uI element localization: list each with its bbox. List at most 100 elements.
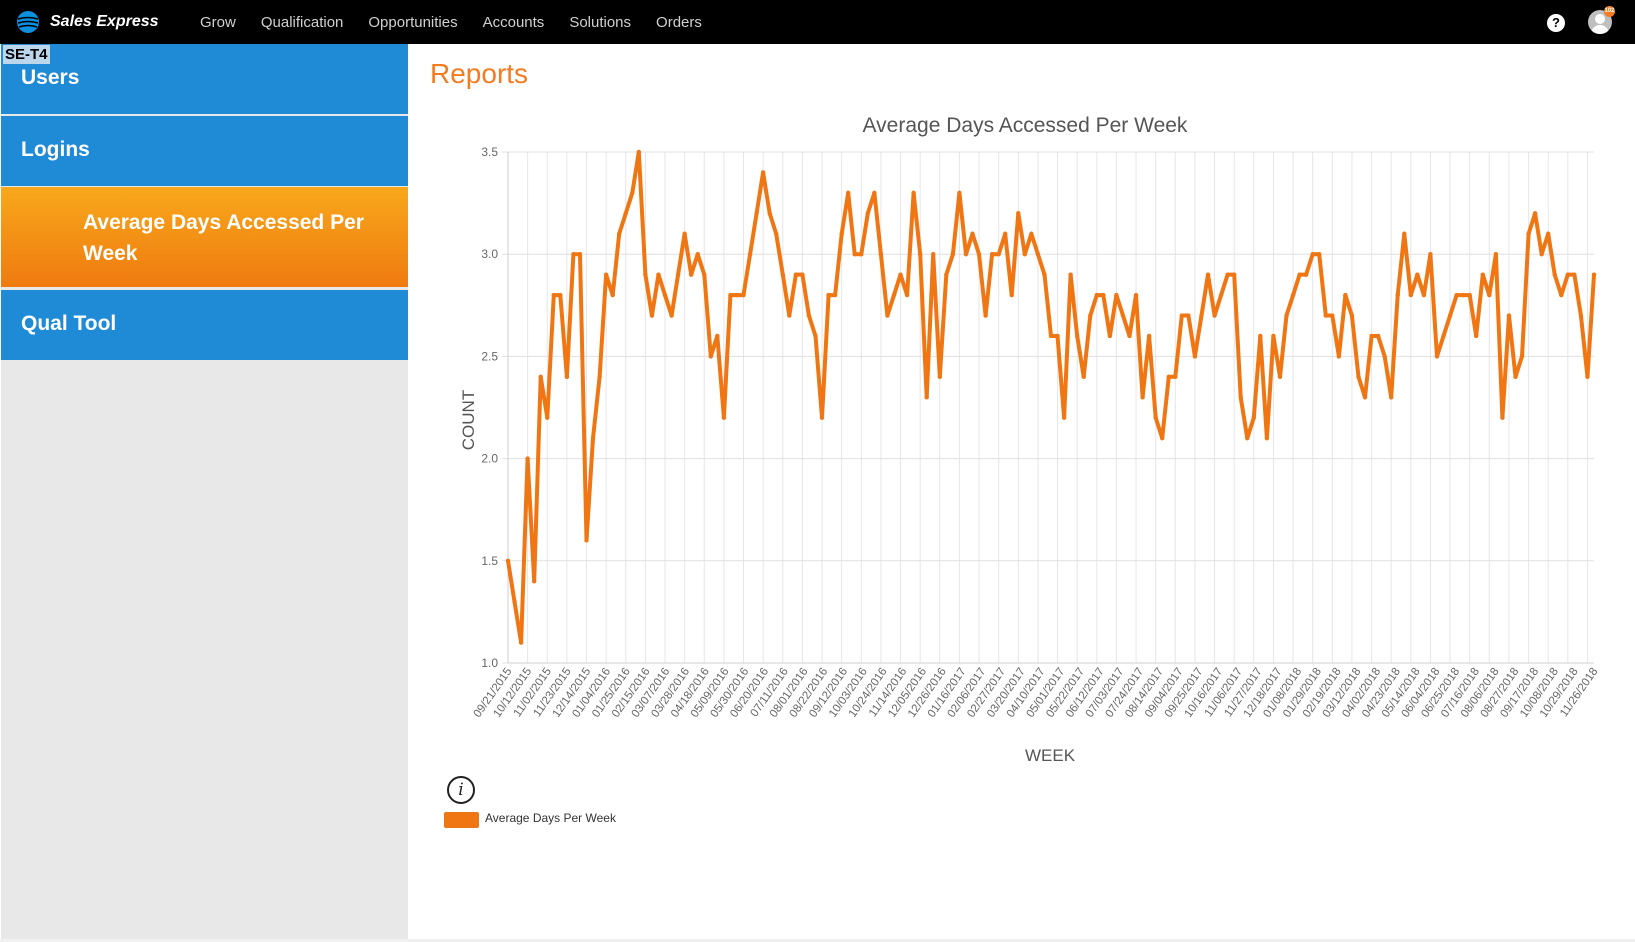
data-point xyxy=(983,313,988,318)
data-point xyxy=(1493,252,1499,257)
data-point xyxy=(505,558,511,563)
top-navbar: Sales Express Grow Qualification Opportu… xyxy=(0,0,1635,44)
data-point xyxy=(819,415,825,420)
data-point xyxy=(597,374,602,380)
data-point xyxy=(1035,252,1041,257)
data-point xyxy=(859,252,864,257)
data-point xyxy=(1487,292,1492,298)
y-tick-label: 3.5 xyxy=(481,145,498,159)
sidebar-item-users[interactable]: Users xyxy=(1,44,408,114)
sidebar-item-label: Average Days Accessed Per Week xyxy=(83,211,364,265)
data-point xyxy=(1421,292,1427,298)
data-point xyxy=(1146,333,1152,339)
data-point xyxy=(1120,313,1126,318)
x-axis-label: WEEK xyxy=(1025,746,1076,765)
data-point xyxy=(747,252,753,257)
data-point xyxy=(1088,313,1093,318)
sidebar-item-logins[interactable]: Logins xyxy=(1,116,408,186)
data-point xyxy=(551,292,556,298)
data-point xyxy=(1153,415,1158,420)
sidebar-item-average-days[interactable]: Average Days Accessed Per Week xyxy=(1,187,408,287)
data-point xyxy=(1042,272,1047,277)
data-point xyxy=(1356,374,1361,380)
data-point xyxy=(1192,354,1198,359)
data-point xyxy=(571,252,576,257)
data-point xyxy=(1258,333,1263,339)
data-point xyxy=(545,415,550,420)
data-point xyxy=(525,456,530,461)
data-point xyxy=(845,190,851,196)
data-point xyxy=(1565,272,1571,277)
data-point xyxy=(1003,231,1008,236)
nav-opportunities[interactable]: Opportunities xyxy=(368,14,457,31)
sidebar-item-label: Users xyxy=(21,66,80,89)
data-point xyxy=(1539,252,1544,257)
data-point xyxy=(636,149,642,155)
data-point xyxy=(839,231,844,236)
data-point xyxy=(963,252,969,257)
data-point xyxy=(662,292,668,298)
legend-swatch[interactable] xyxy=(444,812,479,828)
data-point xyxy=(1559,292,1564,298)
data-point xyxy=(1388,395,1394,400)
info-icon[interactable]: i xyxy=(447,776,475,804)
data-point xyxy=(1343,292,1348,298)
data-point xyxy=(610,292,615,298)
data-point xyxy=(682,231,687,236)
data-point xyxy=(996,252,1001,257)
data-point xyxy=(1205,272,1211,277)
data-point xyxy=(1519,354,1525,359)
data-point xyxy=(1441,333,1446,339)
data-point xyxy=(564,374,570,380)
data-point xyxy=(898,272,903,277)
data-point xyxy=(1395,292,1400,298)
data-point xyxy=(774,231,779,236)
sidebar: Users Logins Average Days Accessed Per W… xyxy=(1,44,408,940)
legend-label: Average Days Per Week xyxy=(485,811,616,825)
notification-badge: 102 xyxy=(1604,6,1615,17)
data-point xyxy=(1454,292,1459,298)
data-point xyxy=(1532,211,1538,216)
brand-logo[interactable]: Sales Express xyxy=(16,9,159,35)
nav-qualification[interactable]: Qualification xyxy=(261,14,344,31)
data-point xyxy=(1480,272,1485,277)
data-point xyxy=(1546,231,1551,236)
data-point xyxy=(1290,292,1296,298)
data-point xyxy=(937,374,942,380)
brand-name: Sales Express xyxy=(50,13,159,30)
chart-title: Average Days Accessed Per Week xyxy=(862,114,1188,137)
sidebar-item-qual-tool[interactable]: Qual Tool xyxy=(1,290,408,360)
data-point xyxy=(1552,272,1557,277)
data-point xyxy=(1591,272,1597,277)
data-point xyxy=(1231,272,1237,277)
data-point xyxy=(1428,252,1433,257)
data-point xyxy=(1526,231,1531,236)
data-point xyxy=(1349,313,1355,318)
y-tick-label: 3.0 xyxy=(481,247,498,261)
nav-grow[interactable]: Grow xyxy=(200,14,236,31)
nav-accounts[interactable]: Accounts xyxy=(483,14,545,31)
data-point xyxy=(1303,272,1309,277)
data-point xyxy=(695,252,700,257)
question-icon[interactable]: ? xyxy=(1547,14,1565,32)
data-point xyxy=(832,292,838,298)
data-point xyxy=(1447,313,1453,318)
data-point xyxy=(1173,374,1178,380)
data-point xyxy=(826,292,831,298)
data-point xyxy=(590,435,596,441)
y-tick-label: 2.5 xyxy=(481,349,498,363)
sidebar-item-label: Logins xyxy=(21,138,90,161)
data-point xyxy=(1160,435,1165,441)
data-point xyxy=(760,170,766,175)
data-point xyxy=(1140,395,1145,400)
data-point xyxy=(702,272,707,277)
nav-solutions[interactable]: Solutions xyxy=(569,14,631,31)
data-point xyxy=(1323,313,1328,318)
data-point xyxy=(1513,374,1518,380)
nav-orders[interactable]: Orders xyxy=(656,14,702,31)
data-point xyxy=(1264,435,1270,441)
data-point xyxy=(715,333,720,339)
y-tick-label: 1.0 xyxy=(481,656,498,670)
data-point xyxy=(1474,333,1479,339)
data-point xyxy=(688,272,694,277)
